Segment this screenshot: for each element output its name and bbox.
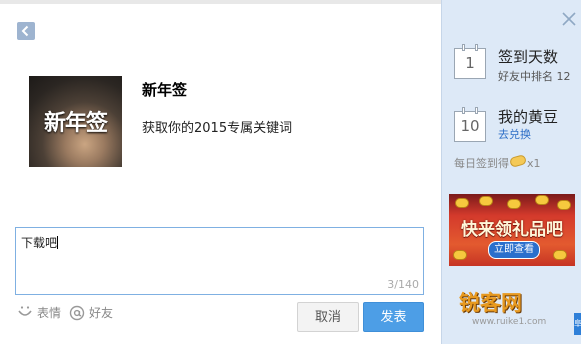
compose-textarea[interactable]: 下载吧 3/140: [15, 227, 424, 295]
compose-text: 下载吧: [21, 236, 58, 250]
at-icon: [69, 305, 85, 321]
back-arrow-icon: [21, 25, 29, 37]
bean-icon: [535, 195, 549, 205]
back-button[interactable]: [17, 22, 35, 40]
beans-title: 我的黄豆: [498, 108, 559, 126]
top-strip: [0, 0, 441, 4]
gift-ad-banner[interactable]: 快来领礼品吧 立即查看: [449, 194, 575, 266]
char-counter: 3/140: [387, 278, 419, 291]
redeem-link[interactable]: 去兑换: [498, 126, 531, 142]
daily-reward-count: x1: [527, 157, 541, 170]
edge-tab[interactable]: 阜: [574, 313, 581, 335]
ad-title: 快来领礼品吧: [461, 220, 563, 240]
smiley-icon: [18, 306, 32, 316]
cancel-button[interactable]: 取消: [297, 302, 359, 332]
calendar-icon: 10: [454, 107, 486, 142]
calendar-icon: 1: [454, 44, 486, 79]
post-button[interactable]: 发表: [363, 302, 424, 332]
daily-reward-note: 每日签到得 x1: [454, 154, 541, 171]
checkin-rank: 好友中排名 12: [498, 70, 571, 83]
bean-icon: [553, 250, 567, 260]
compose-text-wrap: 下载吧: [21, 234, 59, 251]
mention-friend-button[interactable]: 好友: [69, 304, 119, 321]
sidebar: 1 签到天数 好友中排名 12 10 我的黄豆 去兑换 每日签到得 x1 快来领礼…: [441, 0, 581, 344]
daily-note-text: 每日签到得: [454, 157, 509, 170]
bean-icon: [455, 198, 469, 208]
emoji-label: 表情: [37, 306, 62, 320]
thumbnail-text: 新年签: [43, 111, 108, 136]
share-subtitle: 获取你的2015专属关键词: [142, 121, 293, 136]
bean-icon: [508, 154, 528, 168]
bean-icon: [557, 200, 571, 210]
close-icon[interactable]: [562, 12, 576, 26]
bean-icon: [453, 250, 467, 260]
friend-label: 好友: [89, 306, 114, 320]
share-title: 新年签: [142, 81, 188, 99]
text-caret: [57, 236, 59, 249]
bean-icon: [507, 199, 521, 209]
watermark-logo: 锐客网: [459, 291, 522, 315]
watermark-url: www.ruike1.com: [472, 317, 547, 327]
bean-icon: [479, 196, 493, 206]
ad-view-button[interactable]: 立即查看: [488, 241, 540, 259]
emoji-button[interactable]: 表情: [17, 304, 67, 320]
share-thumbnail: 新年签: [29, 76, 122, 167]
checkin-days-title: 签到天数: [498, 48, 559, 66]
